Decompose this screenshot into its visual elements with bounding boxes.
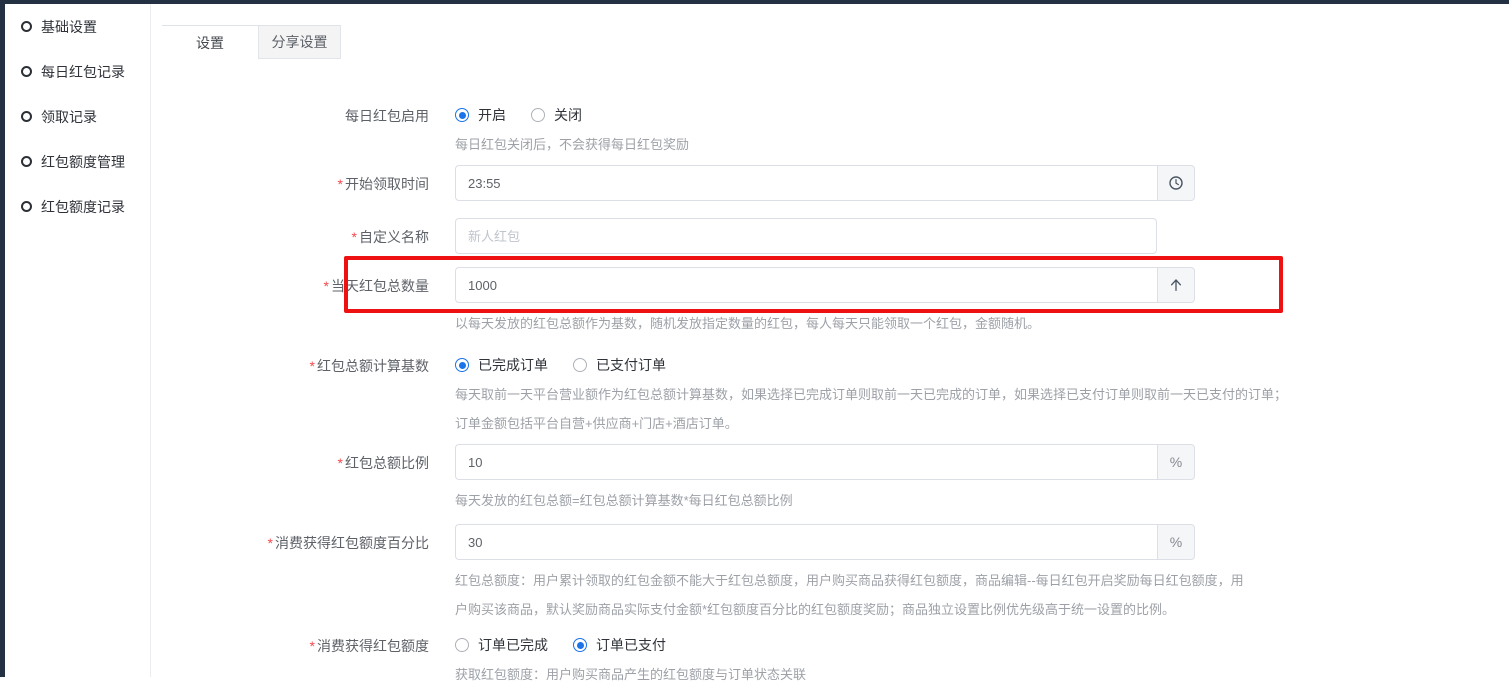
required-asterisk: * xyxy=(324,278,329,294)
circle-icon xyxy=(21,111,32,122)
radio-icon xyxy=(455,358,469,372)
radio-label: 开启 xyxy=(478,105,506,125)
radio-label: 订单已完成 xyxy=(478,635,548,655)
field-label: *开始领取时间 xyxy=(162,165,455,193)
field-label: *红包总额比例 xyxy=(162,444,455,472)
field-help-text: 每日红包关闭后，不会获得每日红包奖励 xyxy=(455,136,1509,154)
radio-option-paid-orders[interactable]: 已支付订单 xyxy=(573,355,666,375)
sidebar-item-quota-records[interactable]: 红包额度记录 xyxy=(5,184,150,229)
radio-icon xyxy=(455,638,469,652)
form-row-consume-quota-percent: *消费获得红包额度百分比 % 红包总额度：用户累计领取的红包金额不能大于红包总额… xyxy=(162,524,1509,624)
required-asterisk: * xyxy=(352,229,357,245)
sidebar-item-quota-management[interactable]: 红包额度管理 xyxy=(5,139,150,184)
radio-label: 关闭 xyxy=(554,105,582,125)
radio-icon xyxy=(573,638,587,652)
required-asterisk: * xyxy=(310,358,315,374)
field-label: *自定义名称 xyxy=(162,218,455,246)
circle-icon xyxy=(21,21,32,32)
sidebar-item-label: 领取记录 xyxy=(41,107,97,127)
radio-option-order-completed[interactable]: 订单已完成 xyxy=(455,635,548,655)
form-row-start-time: *开始领取时间 xyxy=(162,165,1509,201)
settings-form: 每日红包启用 开启 关闭 每日红包关闭后，不会获得每日红包奖励 *开始领取时间 xyxy=(162,106,1509,684)
custom-name-input[interactable] xyxy=(455,218,1157,254)
radio-group-consume-quota: 订单已完成 订单已支付 xyxy=(455,636,1509,654)
daily-total-count-input[interactable] xyxy=(455,267,1157,303)
field-help-text: 每天取前一天平台营业额作为红包总额计算基数，如果选择已完成订单则取前一天已完成的… xyxy=(455,380,1509,438)
field-label: *当天红包总数量 xyxy=(162,267,455,295)
percent-append-label: % xyxy=(1157,444,1195,480)
form-row-daily-enable: 每日红包启用 开启 关闭 每日红包关闭后，不会获得每日红包奖励 xyxy=(162,106,1509,154)
radio-icon xyxy=(455,108,469,122)
consume-quota-percent-input[interactable] xyxy=(455,524,1157,560)
radio-icon xyxy=(573,358,587,372)
window-frame-top xyxy=(0,0,1509,4)
clock-icon[interactable] xyxy=(1157,165,1195,201)
sidebar-item-daily-redpacket-records[interactable]: 每日红包记录 xyxy=(5,49,150,94)
required-asterisk: * xyxy=(338,176,343,192)
radio-group-daily-enable: 开启 关闭 xyxy=(455,106,1509,124)
radio-group-total-base: 已完成订单 已支付订单 xyxy=(455,356,1509,374)
field-help-text: 每天发放的红包总额=红包总额计算基数*每日红包总额比例 xyxy=(455,492,1509,510)
total-ratio-input[interactable] xyxy=(455,444,1157,480)
sidebar: 基础设置 每日红包记录 领取记录 红包额度管理 红包额度记录 xyxy=(5,4,151,677)
required-asterisk: * xyxy=(268,535,273,551)
radio-icon xyxy=(531,108,545,122)
main-content: 设置 分享设置 每日红包启用 开启 关闭 每日红包关闭后，不会获得每日红包奖励 xyxy=(152,4,1509,677)
field-help-text: 获取红包额度：用户购买商品产生的红包额度与订单状态关联 xyxy=(455,666,1509,684)
tab-share-settings[interactable]: 分享设置 xyxy=(258,26,341,59)
field-help-text: 红包总额度：用户累计领取的红包金额不能大于红包总额度，用户购买商品获得红包额度，… xyxy=(455,566,1509,624)
radio-label: 已完成订单 xyxy=(478,355,548,375)
circle-icon xyxy=(21,66,32,77)
field-help-text: 以每天发放的红包总额作为基数，随机发放指定数量的红包，每人每天只能领取一个红包，… xyxy=(455,315,1509,333)
form-row-total-ratio: *红包总额比例 % 每天发放的红包总额=红包总额计算基数*每日红包总额比例 xyxy=(162,444,1509,510)
radio-option-enable[interactable]: 开启 xyxy=(455,105,506,125)
circle-icon xyxy=(21,201,32,212)
radio-option-order-paid[interactable]: 订单已支付 xyxy=(573,635,666,655)
window-frame-left xyxy=(0,0,5,677)
radio-option-completed-orders[interactable]: 已完成订单 xyxy=(455,355,548,375)
tab-settings[interactable]: 设置 xyxy=(162,26,258,59)
tab-bar: 设置 分享设置 xyxy=(162,25,341,59)
required-asterisk: * xyxy=(310,638,315,654)
sidebar-item-label: 红包额度记录 xyxy=(41,197,125,217)
required-asterisk: * xyxy=(338,455,343,471)
sidebar-item-basic-settings[interactable]: 基础设置 xyxy=(5,4,150,49)
field-label: 每日红包启用 xyxy=(162,106,455,125)
start-time-input[interactable] xyxy=(455,165,1157,201)
sidebar-item-claim-records[interactable]: 领取记录 xyxy=(5,94,150,139)
field-label: *红包总额计算基数 xyxy=(162,356,455,375)
sidebar-item-label: 每日红包记录 xyxy=(41,62,125,82)
radio-option-disable[interactable]: 关闭 xyxy=(531,105,582,125)
circle-icon xyxy=(21,156,32,167)
radio-label: 订单已支付 xyxy=(596,635,666,655)
form-row-total-base: *红包总额计算基数 已完成订单 已支付订单 每天取前一天平台营业额作为红包总额计… xyxy=(162,356,1509,438)
arrow-up-icon[interactable] xyxy=(1157,267,1195,303)
field-label: *消费获得红包额度百分比 xyxy=(162,524,455,552)
sidebar-item-label: 红包额度管理 xyxy=(41,152,125,172)
form-row-daily-total-count: *当天红包总数量 以每天发放的红包总额作为基数，随机发放指定数量的红包，每人每天… xyxy=(162,267,1509,333)
sidebar-item-label: 基础设置 xyxy=(41,17,97,37)
field-label: *消费获得红包额度 xyxy=(162,636,455,655)
percent-append-label: % xyxy=(1157,524,1195,560)
radio-label: 已支付订单 xyxy=(596,355,666,375)
form-row-custom-name: *自定义名称 xyxy=(162,218,1509,254)
